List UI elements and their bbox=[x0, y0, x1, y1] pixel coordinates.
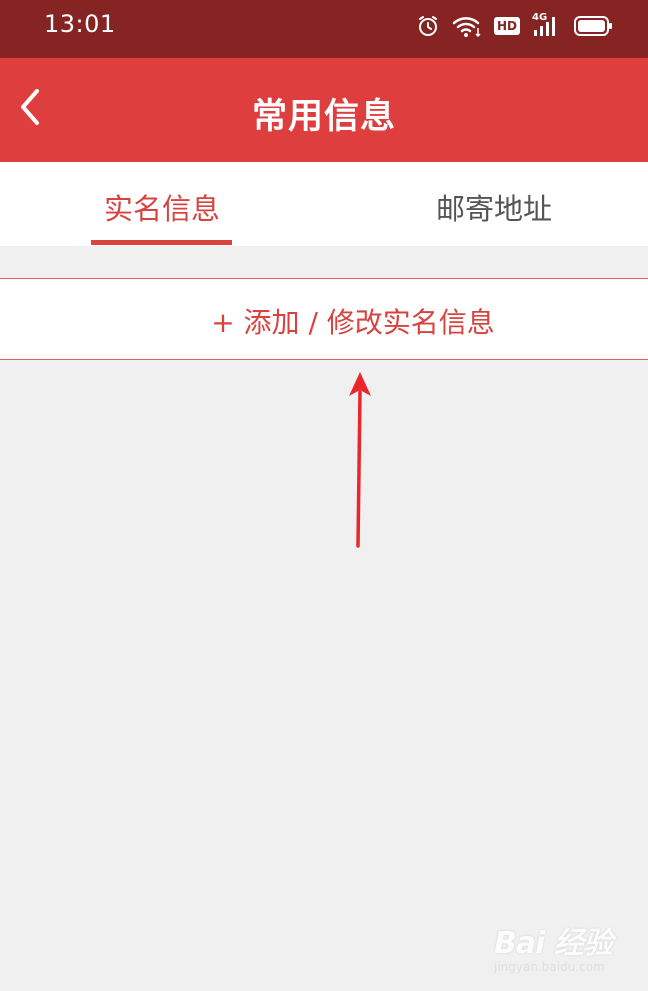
wifi-icon bbox=[452, 14, 482, 38]
status-bar: 13:01 HD 4G bbox=[0, 0, 648, 58]
hd-badge: HD bbox=[493, 17, 520, 35]
signal-icon: 4G bbox=[532, 12, 562, 38]
alarm-icon bbox=[416, 14, 440, 38]
tab-mailing-address[interactable]: 邮寄地址 bbox=[436, 186, 552, 228]
watermark-logo: Bai 经验 bbox=[494, 926, 613, 961]
status-icons: HD 4G bbox=[416, 12, 614, 40]
active-tab-indicator bbox=[91, 240, 232, 245]
watermark-url: jingyan.baidu.com bbox=[494, 960, 605, 974]
header-bar: 常用信息 bbox=[0, 58, 648, 162]
battery-icon bbox=[574, 15, 614, 37]
add-edit-label: + 添加 / 修改实名信息 bbox=[211, 306, 495, 339]
tab-bar: 实名信息 邮寄地址 bbox=[0, 162, 648, 246]
tab-real-name-info[interactable]: 实名信息 bbox=[104, 186, 220, 228]
add-edit-real-name-button[interactable]: + 添加 / 修改实名信息 bbox=[0, 278, 648, 360]
page-title: 常用信息 bbox=[251, 97, 396, 137]
annotation-arrow bbox=[340, 370, 380, 554]
watermark: Bai 经验 jingyan.baidu.com bbox=[494, 918, 624, 974]
status-time: 13:01 bbox=[44, 10, 116, 38]
